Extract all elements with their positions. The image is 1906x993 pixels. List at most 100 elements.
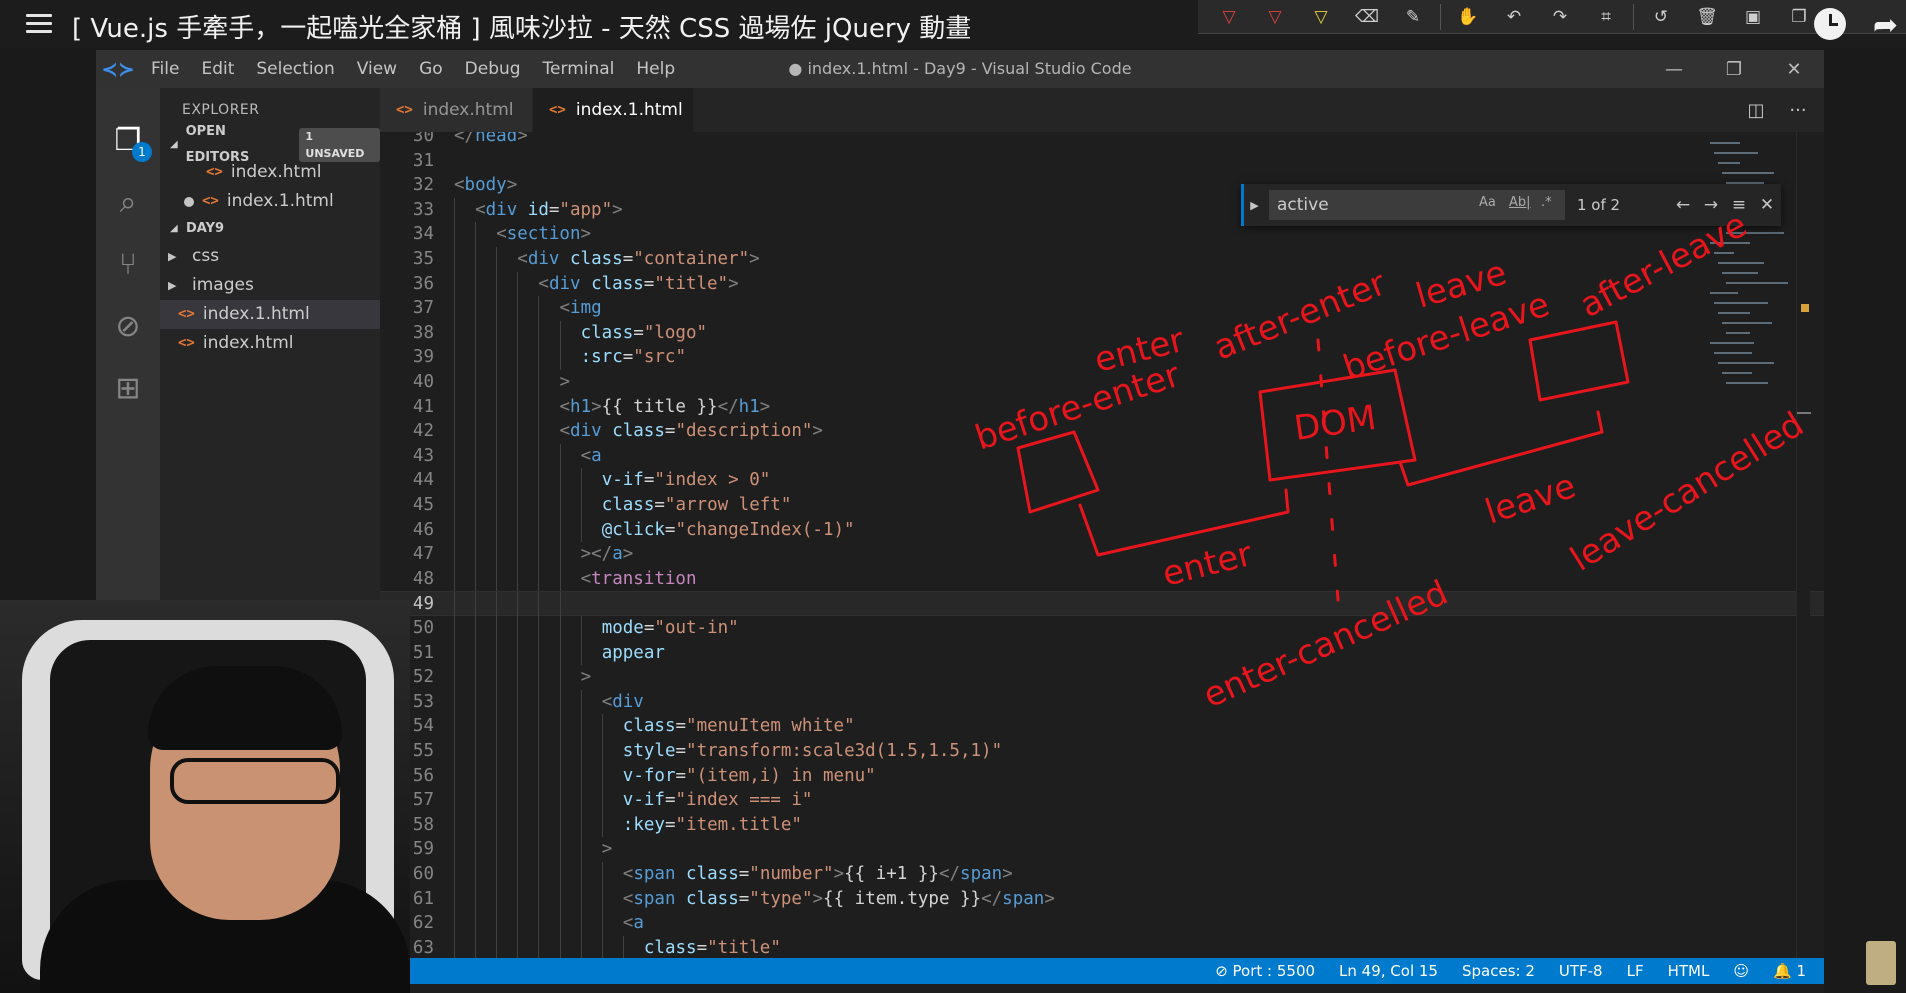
- pencil-icon[interactable]: ✎: [1390, 0, 1436, 34]
- minimize-button[interactable]: —: [1644, 50, 1704, 88]
- menu-terminal[interactable]: Terminal: [532, 59, 626, 79]
- code-line[interactable]: 49: [380, 591, 1824, 617]
- code-editor[interactable]: 30 </head> 31 32 <body> 33 <div id="app"> 34 <se…: [380, 132, 1824, 958]
- code-line[interactable]: 47 ></a>: [380, 542, 1824, 567]
- menu-icon[interactable]: [26, 14, 52, 36]
- code-line[interactable]: 54 class="menuItem white": [380, 714, 1824, 739]
- code-line[interactable]: 57 v-if="index === i": [380, 788, 1824, 813]
- trash-icon[interactable]: 🗑: [1684, 0, 1730, 34]
- find-input[interactable]: active Aa Ab| .*: [1269, 190, 1565, 220]
- code-line[interactable]: 30 </head>: [380, 132, 1824, 149]
- folder-section[interactable]: ◢ DAY9: [160, 216, 380, 242]
- code-line[interactable]: 61 <span class="type">{{ item.type }}</sp…: [380, 886, 1824, 912]
- open-editor-item[interactable]: <> index.1.html: [160, 187, 380, 216]
- restore-button[interactable]: ❐: [1704, 50, 1764, 88]
- code-line[interactable]: 51 appear: [380, 640, 1824, 666]
- code-line[interactable]: 59 >: [380, 837, 1824, 862]
- code-line[interactable]: 62 <a: [380, 911, 1824, 936]
- redo-icon[interactable]: ↷: [1537, 0, 1583, 34]
- language-mode[interactable]: HTML: [1668, 962, 1710, 980]
- red-marker-icon[interactable]: ▽: [1206, 0, 1252, 34]
- code-token: <: [559, 298, 571, 319]
- code-line[interactable]: 52 >: [380, 665, 1824, 690]
- code-line[interactable]: 43 <a: [380, 443, 1824, 469]
- end-of-line[interactable]: LF: [1627, 962, 1644, 980]
- menu-go[interactable]: Go: [408, 59, 454, 79]
- menu-file[interactable]: File: [140, 59, 190, 79]
- indentation[interactable]: Spaces: 2: [1462, 962, 1535, 980]
- whole-word-icon[interactable]: Ab|: [1509, 195, 1531, 210]
- minimap[interactable]: [1704, 132, 1796, 432]
- drawing-toolbar: ▽ ▽ ▽ ⌫ ✎ ✋ ↶ ↷ ⌗ ↺ 🗑 ▣ ❐: [1198, 0, 1906, 34]
- eraser-icon[interactable]: ⌫: [1344, 0, 1390, 34]
- indent-guide: [517, 320, 519, 346]
- search-icon[interactable]: ⌕: [108, 182, 148, 222]
- code-line[interactable]: 40 >: [380, 370, 1824, 395]
- editor-scrollbar[interactable]: [1796, 132, 1811, 958]
- code-token: </: [717, 396, 739, 417]
- previous-match-icon[interactable]: ←: [1669, 190, 1697, 220]
- extensions-icon[interactable]: ⊞: [108, 368, 148, 408]
- code-token: class: [570, 249, 623, 269]
- highlighter-icon[interactable]: ▽: [1298, 0, 1344, 34]
- find-in-selection-icon[interactable]: ≡: [1725, 190, 1753, 220]
- code-line[interactable]: 37 <img: [380, 296, 1824, 321]
- source-control-icon[interactable]: ⑂: [108, 244, 148, 284]
- code-line[interactable]: 38 class="logo": [380, 320, 1824, 346]
- file-item-index-1[interactable]: <> index.1.html: [160, 300, 380, 329]
- split-editor-icon[interactable]: ◫: [1736, 88, 1776, 132]
- code-line[interactable]: 45 class="arrow left": [380, 493, 1824, 518]
- cursor-position[interactable]: Ln 49, Col 15: [1339, 962, 1438, 980]
- code-line[interactable]: 39:src="src": [380, 345, 1824, 370]
- menu-selection[interactable]: Selection: [245, 59, 345, 79]
- code-line[interactable]: 56 v-for="(item,i) in menu": [380, 763, 1824, 789]
- tab-index-html[interactable]: <> index.html: [380, 88, 532, 132]
- code-line[interactable]: 42 <div class="description">: [380, 419, 1824, 444]
- share-icon[interactable]: ➦: [1873, 8, 1898, 43]
- menu-edit[interactable]: Edit: [190, 59, 245, 79]
- save-icon[interactable]: ▣: [1730, 0, 1776, 34]
- menu-view[interactable]: View: [346, 59, 408, 79]
- code-line[interactable]: 35 <div class="container">: [380, 247, 1824, 272]
- code-line[interactable]: 46 @click="changeIndex(-1)": [380, 517, 1824, 543]
- code-line[interactable]: 31: [380, 149, 1824, 174]
- code-line[interactable]: 41 <h1>{{ title }}</h1>: [380, 394, 1824, 420]
- folder-item-images[interactable]: ▶ images: [160, 271, 380, 300]
- code-line[interactable]: 55 style="transform:scale3d(1.5,1.5,1)": [380, 739, 1824, 764]
- code-line[interactable]: 58:key="item.title": [380, 812, 1824, 838]
- html-file-icon: <>: [549, 102, 566, 118]
- history-icon[interactable]: ↺: [1638, 0, 1684, 34]
- feedback-icon[interactable]: ☺: [1733, 962, 1749, 980]
- close-window-button[interactable]: ✕: [1764, 50, 1824, 88]
- live-server-port[interactable]: ⊘ Port : 5500: [1215, 962, 1315, 980]
- code-line[interactable]: 63 class="title": [380, 935, 1824, 958]
- match-case-icon[interactable]: Aa: [1479, 195, 1496, 210]
- encoding[interactable]: UTF-8: [1559, 962, 1603, 980]
- crop-icon[interactable]: ⌗: [1583, 0, 1629, 34]
- open-editors-section[interactable]: ◢ OPEN EDITORS 1 UNSAVED: [160, 124, 380, 165]
- notifications-icon[interactable]: 🔔 1: [1773, 962, 1806, 980]
- regex-icon[interactable]: .*: [1541, 195, 1552, 210]
- hand-icon[interactable]: ✋: [1445, 0, 1491, 34]
- undo-icon[interactable]: ↶: [1491, 0, 1537, 34]
- code-line[interactable]: 44 v-if="index > 0": [380, 468, 1824, 493]
- red-pen-icon[interactable]: ▽: [1252, 0, 1298, 34]
- tab-index-1-html[interactable]: <> index.1.html: [533, 88, 693, 132]
- debug-icon[interactable]: ⊘: [108, 306, 148, 346]
- code-line[interactable]: 60 <span class="number">{{ i+1 }}</span>: [380, 862, 1824, 887]
- code-line[interactable]: 34 <section>: [380, 222, 1824, 247]
- file-item-index[interactable]: <> index.html: [160, 329, 380, 358]
- code-line[interactable]: 50 mode="out-in": [380, 616, 1824, 641]
- next-match-icon[interactable]: →: [1697, 190, 1725, 220]
- menu-debug[interactable]: Debug: [454, 59, 532, 79]
- folder-item-css[interactable]: ▶ css: [160, 242, 380, 271]
- menu-help[interactable]: Help: [625, 59, 686, 79]
- more-actions-icon[interactable]: ···: [1778, 88, 1818, 132]
- code-line[interactable]: 53 <div: [380, 689, 1824, 715]
- code-line[interactable]: 48 <transition: [380, 566, 1824, 592]
- toggle-replace-icon[interactable]: ▶: [1241, 184, 1265, 226]
- code-line[interactable]: 36 <div class="title">: [380, 271, 1824, 297]
- watch-later-icon[interactable]: [1814, 8, 1846, 40]
- explorer-icon[interactable]: ❐ 1: [108, 120, 152, 162]
- close-find-icon[interactable]: ✕: [1753, 190, 1781, 220]
